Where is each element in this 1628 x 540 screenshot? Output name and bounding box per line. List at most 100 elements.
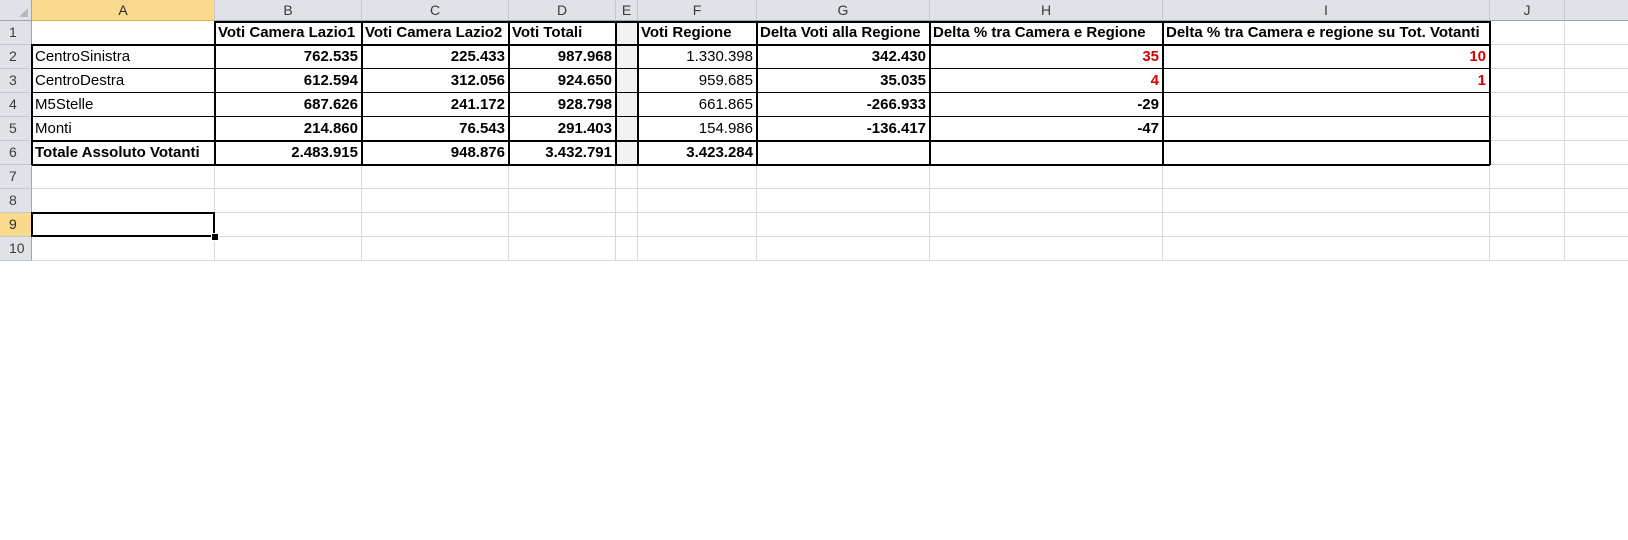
cell-i4[interactable]	[1163, 93, 1490, 117]
column-header-a[interactable]: A	[32, 0, 215, 21]
cell-a3[interactable]: CentroDestra	[32, 69, 215, 93]
cell-a4[interactable]: M5Stelle	[32, 93, 215, 117]
cell-f1[interactable]: Voti Regione	[638, 21, 757, 45]
cell-a8[interactable]	[32, 189, 215, 213]
cell-h3[interactable]: 4	[930, 69, 1163, 93]
cell-f8[interactable]	[638, 189, 757, 213]
cell-h4[interactable]: -29	[930, 93, 1163, 117]
cell-d2[interactable]: 987.968	[509, 45, 616, 69]
column-header-f[interactable]: F	[638, 0, 757, 21]
cell-c7[interactable]	[362, 165, 509, 189]
cell-c3[interactable]: 312.056	[362, 69, 509, 93]
row-header-3[interactable]: 3	[0, 69, 32, 93]
cell-g6[interactable]	[757, 141, 930, 165]
cell-e6[interactable]	[616, 141, 638, 165]
cell-e10[interactable]	[616, 237, 638, 261]
cell-c2[interactable]: 225.433	[362, 45, 509, 69]
row-header-5[interactable]: 5	[0, 117, 32, 141]
row-header-10[interactable]: 10	[0, 237, 32, 261]
cell-e1[interactable]	[616, 21, 638, 45]
cell-g2[interactable]: 342.430	[757, 45, 930, 69]
cell-g7[interactable]	[757, 165, 930, 189]
cell-b5[interactable]: 214.860	[215, 117, 362, 141]
cell-d5[interactable]: 291.403	[509, 117, 616, 141]
cell-i7[interactable]	[1163, 165, 1490, 189]
cell-d7[interactable]	[509, 165, 616, 189]
row-header-1[interactable]: 1	[0, 21, 32, 45]
cell-g10[interactable]	[757, 237, 930, 261]
cell-g8[interactable]	[757, 189, 930, 213]
cell-c5[interactable]: 76.543	[362, 117, 509, 141]
cell-b8[interactable]	[215, 189, 362, 213]
cell-i3[interactable]: 1	[1163, 69, 1490, 93]
cell-b7[interactable]	[215, 165, 362, 189]
cell-h10[interactable]	[930, 237, 1163, 261]
cell-i5[interactable]	[1163, 117, 1490, 141]
fill-handle[interactable]	[211, 233, 219, 241]
cell-a2[interactable]: CentroSinistra	[32, 45, 215, 69]
cell-i8[interactable]	[1163, 189, 1490, 213]
cell-d6[interactable]: 3.432.791	[509, 141, 616, 165]
column-header-h[interactable]: H	[930, 0, 1163, 21]
cell-b6[interactable]: 2.483.915	[215, 141, 362, 165]
cell-a7[interactable]	[32, 165, 215, 189]
cell-d4[interactable]: 928.798	[509, 93, 616, 117]
cell-d3[interactable]: 924.650	[509, 69, 616, 93]
cell-h7[interactable]	[930, 165, 1163, 189]
cell-j1[interactable]	[1490, 21, 1565, 45]
cell-c10[interactable]	[362, 237, 509, 261]
column-header-b[interactable]: B	[215, 0, 362, 21]
select-all-corner[interactable]	[0, 0, 32, 21]
row-header-6[interactable]: 6	[0, 141, 32, 165]
cell-a5[interactable]: Monti	[32, 117, 215, 141]
cell-e5[interactable]	[616, 117, 638, 141]
cell-d1[interactable]: Voti Totali	[509, 21, 616, 45]
cell-f4[interactable]: 661.865	[638, 93, 757, 117]
cell-f6[interactable]: 3.423.284	[638, 141, 757, 165]
column-header-j[interactable]: J	[1490, 0, 1565, 21]
cell-d10[interactable]	[509, 237, 616, 261]
cell-b10[interactable]	[215, 237, 362, 261]
cell-b1[interactable]: Voti Camera Lazio1	[215, 21, 362, 45]
cell-g5[interactable]: -136.417	[757, 117, 930, 141]
cell-h2[interactable]: 35	[930, 45, 1163, 69]
cell-h1[interactable]: Delta % tra Camera e Regione	[930, 21, 1163, 45]
cell-f3[interactable]: 959.685	[638, 69, 757, 93]
cell-f10[interactable]	[638, 237, 757, 261]
cell-j5[interactable]	[1490, 117, 1565, 141]
cell-c6[interactable]: 948.876	[362, 141, 509, 165]
cell-g9[interactable]	[757, 213, 930, 237]
column-header-i[interactable]: I	[1163, 0, 1490, 21]
row-header-8[interactable]: 8	[0, 189, 32, 213]
cell-a6[interactable]: Totale Assoluto Votanti	[32, 141, 215, 165]
row-header-9[interactable]: 9	[0, 213, 32, 237]
cell-i6[interactable]	[1163, 141, 1490, 165]
cell-f5[interactable]: 154.986	[638, 117, 757, 141]
cell-c4[interactable]: 241.172	[362, 93, 509, 117]
cell-c8[interactable]	[362, 189, 509, 213]
cell-b4[interactable]: 687.626	[215, 93, 362, 117]
cell-j10[interactable]	[1490, 237, 1565, 261]
cell-i1[interactable]: Delta % tra Camera e regione su Tot. Vot…	[1163, 21, 1490, 45]
cell-j8[interactable]	[1490, 189, 1565, 213]
cell-j4[interactable]	[1490, 93, 1565, 117]
row-header-7[interactable]: 7	[0, 165, 32, 189]
column-header-e[interactable]: E	[616, 0, 638, 21]
cell-d9[interactable]	[509, 213, 616, 237]
cell-j2[interactable]	[1490, 45, 1565, 69]
cell-c9[interactable]	[362, 213, 509, 237]
cell-e7[interactable]	[616, 165, 638, 189]
cell-b2[interactable]: 762.535	[215, 45, 362, 69]
cell-d8[interactable]	[509, 189, 616, 213]
cell-a1[interactable]	[32, 21, 215, 45]
cell-e2[interactable]	[616, 45, 638, 69]
cell-j7[interactable]	[1490, 165, 1565, 189]
cell-h9[interactable]	[930, 213, 1163, 237]
cell-f7[interactable]	[638, 165, 757, 189]
cell-e9[interactable]	[616, 213, 638, 237]
cell-j6[interactable]	[1490, 141, 1565, 165]
column-header-d[interactable]: D	[509, 0, 616, 21]
cell-g1[interactable]: Delta Voti alla Regione	[757, 21, 930, 45]
row-header-2[interactable]: 2	[0, 45, 32, 69]
cell-f9[interactable]	[638, 213, 757, 237]
